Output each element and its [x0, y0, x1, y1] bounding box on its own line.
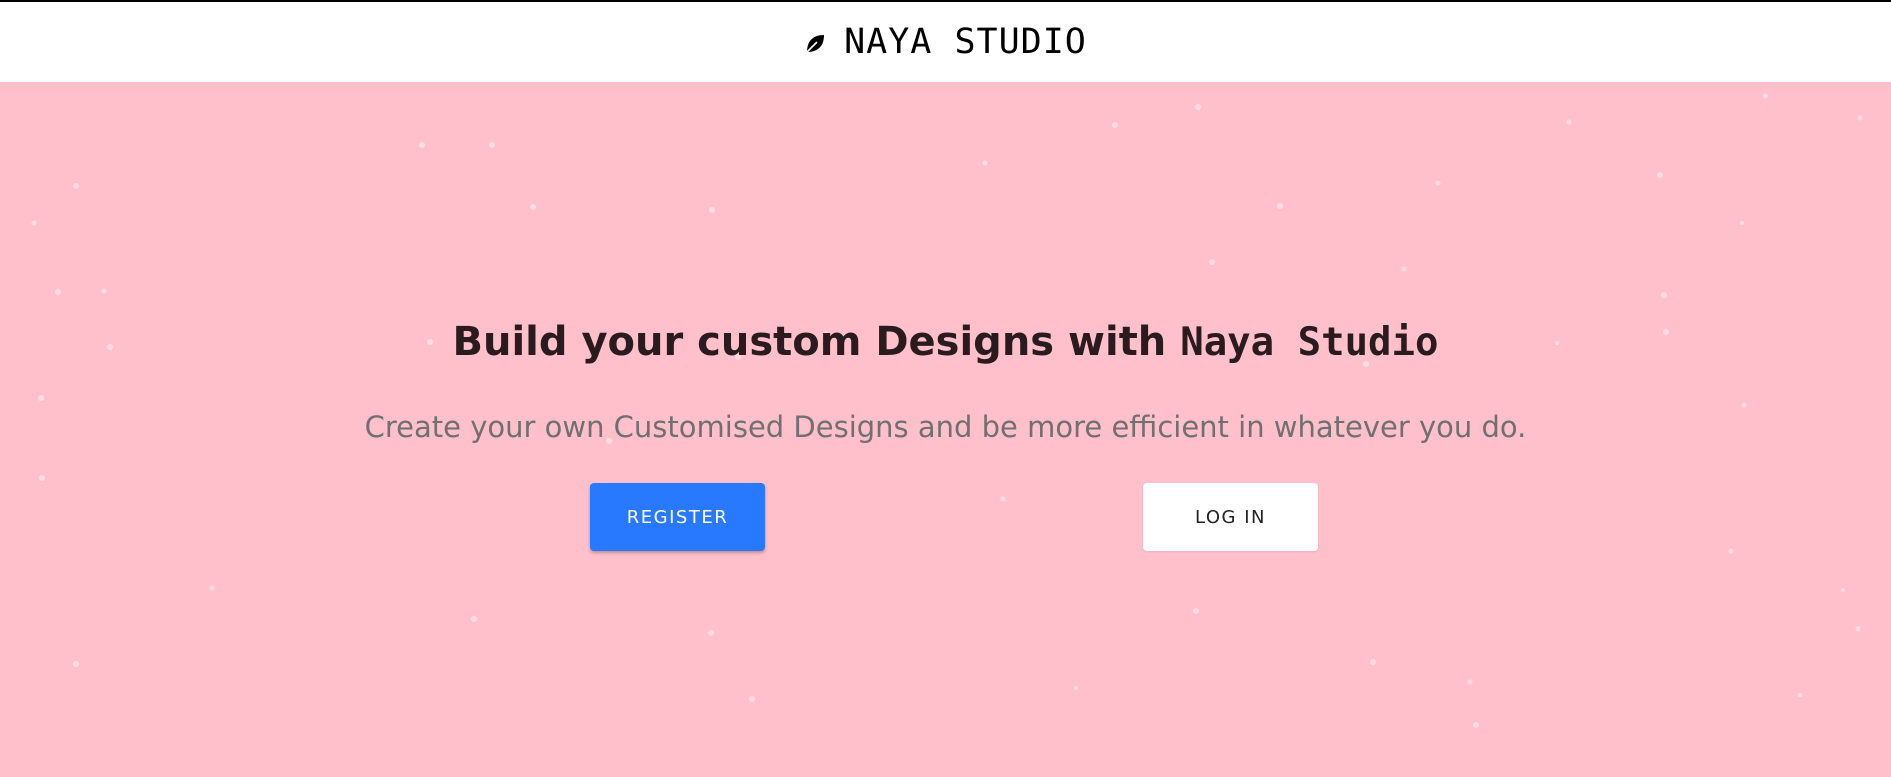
hero-subheadline: Create your own Customised Designs and b…: [364, 410, 1527, 444]
brand-name[interactable]: NAYA STUDIO: [844, 22, 1087, 62]
register-button[interactable]: REGISTER: [590, 483, 765, 551]
leaf-icon: [804, 32, 826, 54]
login-button[interactable]: LOG IN: [1143, 483, 1318, 551]
headline-middle-text: your custom Designs with: [567, 318, 1181, 365]
site-header: NAYA STUDIO: [0, 2, 1891, 82]
hero-section: Build your custom Designs with Naya Stud…: [0, 82, 1891, 777]
headline-bold-word: Build: [452, 318, 568, 365]
headline-brand-text: Naya Studio: [1180, 319, 1439, 365]
hero-headline: Build your custom Designs with Naya Stud…: [0, 319, 1891, 365]
